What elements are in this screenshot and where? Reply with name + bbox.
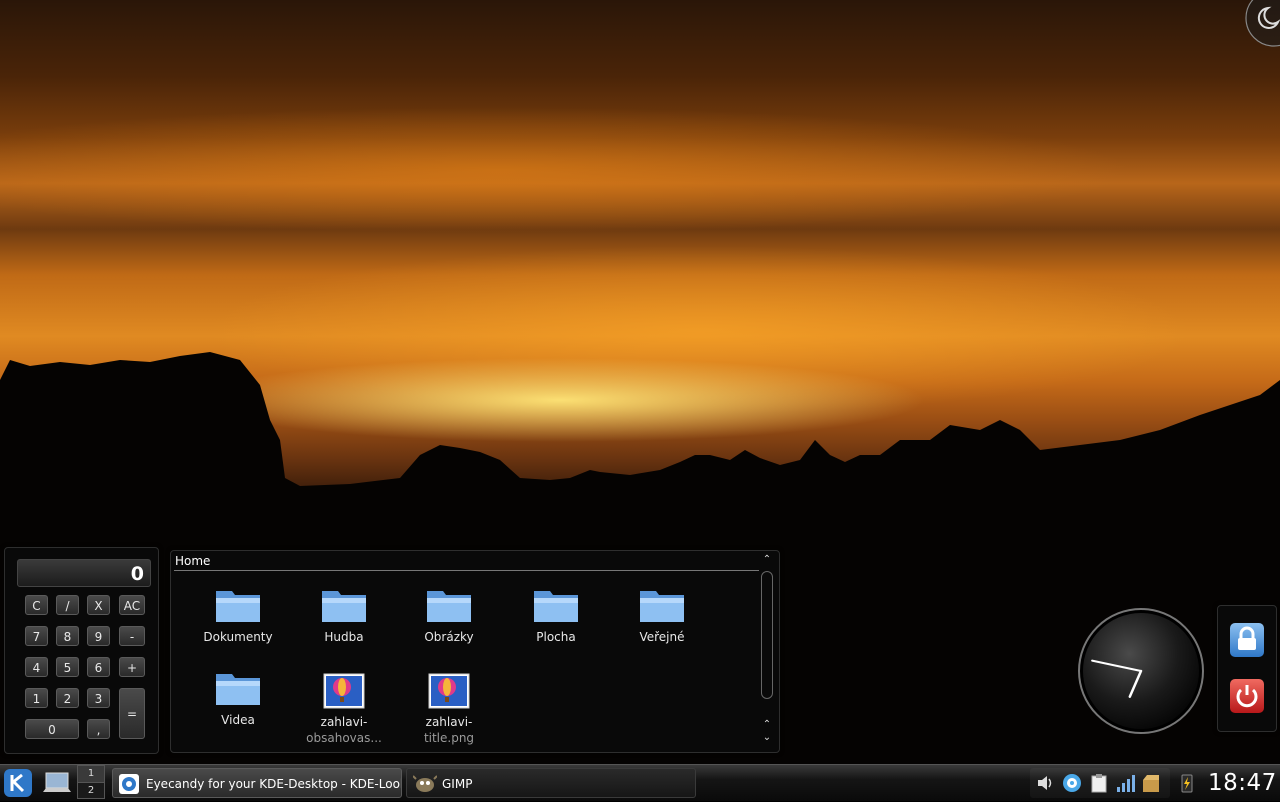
folder-item-verejne[interactable]: Veřejné: [612, 585, 712, 645]
image-file-icon: [428, 673, 470, 709]
folder-item-videa[interactable]: Videa: [188, 668, 288, 728]
task-browser[interactable]: Eyecandy for your KDE-Desktop - KDE-Look: [112, 768, 402, 798]
calc-key-5[interactable]: 5: [56, 657, 79, 677]
gimp-icon: [413, 775, 437, 792]
scroll-up-icon[interactable]: ⌃: [760, 719, 774, 730]
browser-icon: [119, 774, 139, 794]
folder-icon: [427, 591, 471, 622]
scroll-up-icon[interactable]: ⌃: [760, 554, 774, 565]
lock-logout-widget: [1217, 605, 1277, 732]
task-gimp[interactable]: GIMP: [406, 768, 696, 798]
kde-menu-button[interactable]: [3, 768, 33, 802]
calc-key-7[interactable]: 7: [25, 626, 48, 646]
volume-icon[interactable]: [1036, 773, 1056, 793]
task-label: GIMP: [442, 777, 473, 791]
folder-item-dokumenty[interactable]: Dokumenty: [188, 585, 288, 645]
folder-item-hudba[interactable]: Hudba: [294, 585, 394, 645]
calc-key-divide[interactable]: /: [56, 595, 79, 615]
digital-clock[interactable]: 18:47: [1208, 767, 1277, 799]
folder-view-widget: Home Dokumenty Hudba Obrázky Plocha Veře…: [170, 550, 780, 753]
folder-icon: [534, 591, 578, 622]
package-manager-icon[interactable]: [1141, 773, 1161, 793]
calc-key-decimal[interactable]: ,: [87, 719, 110, 739]
task-label: Eyecandy for your KDE-Desktop - KDE-Look: [146, 777, 402, 791]
lock-icon: [1238, 626, 1256, 650]
calc-key-6[interactable]: 6: [87, 657, 110, 677]
network-chat-icon[interactable]: [1062, 773, 1082, 793]
scroll-down-icon[interactable]: ⌄: [760, 732, 774, 743]
logout-button[interactable]: [1230, 679, 1264, 713]
folder-icon: [640, 591, 684, 622]
calc-key-9[interactable]: 9: [87, 626, 110, 646]
calc-key-1[interactable]: 1: [25, 688, 48, 708]
laptop-icon: [43, 772, 71, 792]
file-item-zahlavi-title[interactable]: zahlavi- title.png: [399, 672, 499, 746]
kde-panel: 1 2 Eyecandy for your KDE-Desktop - KDE-…: [0, 764, 1280, 801]
calc-key-multiply[interactable]: X: [87, 595, 110, 615]
calc-key-4[interactable]: 4: [25, 657, 48, 677]
folder-view-scrollbar[interactable]: [761, 571, 773, 699]
calc-key-clear[interactable]: C: [25, 595, 48, 615]
calc-key-equals[interactable]: =: [119, 688, 145, 739]
calculator-display: 0: [17, 559, 151, 587]
calc-key-3[interactable]: 3: [87, 688, 110, 708]
file-item-zahlavi-obsahovas[interactable]: zahlavi- obsahovas...: [294, 672, 394, 746]
folder-icon: [322, 591, 366, 622]
calc-key-8[interactable]: 8: [56, 626, 79, 646]
folder-icon: [216, 591, 260, 622]
pager-desktop-2[interactable]: 2: [78, 783, 104, 799]
title-divider: [174, 570, 759, 571]
desktop-toolbox-button[interactable]: [1228, 0, 1280, 48]
power-icon: [1236, 685, 1258, 708]
show-desktop-button[interactable]: [42, 770, 72, 800]
battery-icon[interactable]: [1180, 773, 1194, 793]
analog-clock-widget[interactable]: [1076, 606, 1206, 736]
folder-item-plocha[interactable]: Plocha: [506, 585, 606, 645]
calc-key-2[interactable]: 2: [56, 688, 79, 708]
calc-key-plus[interactable]: +: [119, 657, 145, 677]
lock-screen-button[interactable]: [1230, 623, 1264, 657]
calc-key-minus[interactable]: -: [119, 626, 145, 646]
folder-icon: [216, 674, 260, 705]
calc-key-all-clear[interactable]: AC: [119, 595, 145, 615]
pager-desktop-1[interactable]: 1: [78, 766, 104, 783]
signal-icon[interactable]: [1115, 773, 1135, 793]
folder-view-title: Home: [175, 554, 211, 568]
image-file-icon: [323, 673, 365, 709]
kde-logo-icon: [4, 769, 32, 797]
calculator-widget: 0 C / X AC 7 8 9 - 4 5 6 + 1 2 3 = 0 ,: [4, 547, 159, 754]
folder-item-obrazky[interactable]: Obrázky: [399, 585, 499, 645]
virtual-desktop-pager[interactable]: 1 2: [77, 765, 105, 799]
clipboard-icon[interactable]: [1089, 773, 1109, 793]
calc-key-0[interactable]: 0: [25, 719, 79, 739]
